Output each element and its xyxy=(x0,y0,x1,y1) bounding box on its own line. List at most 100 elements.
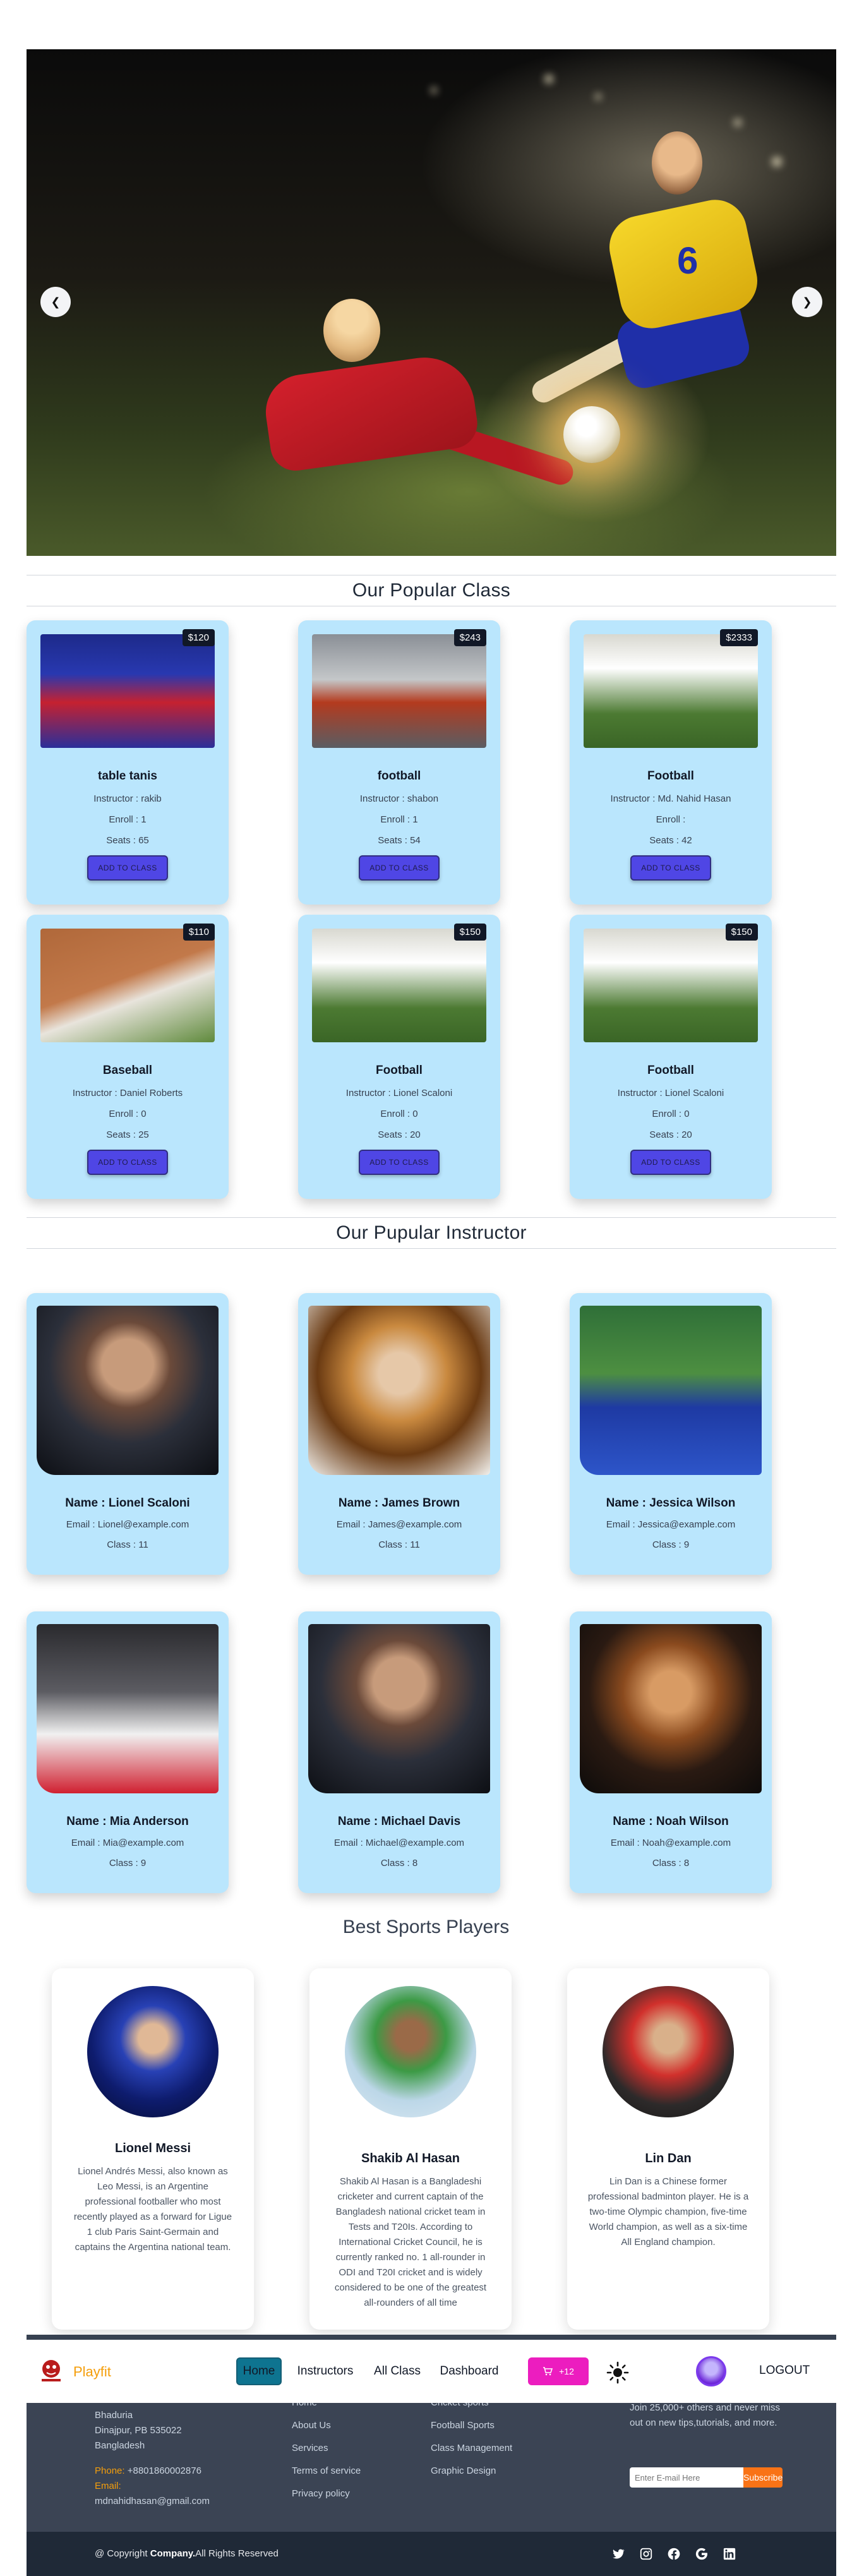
hero-carousel: 6 ❮ ❯ xyxy=(27,49,836,556)
subscribe-button[interactable]: Subscribe xyxy=(743,2467,783,2488)
class-card: $110 Baseball Instructor : Daniel Robert… xyxy=(27,915,229,1199)
add-to-class-button[interactable]: ADD TO CLASS xyxy=(87,1150,168,1175)
twitter-icon[interactable] xyxy=(610,2546,627,2562)
player-description: Shakib Al Hasan is a Bangladeshi cricket… xyxy=(334,2176,487,2308)
class-name: Football xyxy=(376,1064,423,1077)
instructor-photo xyxy=(308,1624,490,1793)
class-seats: Seats : 25 xyxy=(106,1129,149,1140)
sun-icon[interactable] xyxy=(606,2361,629,2384)
instructor-class-count: Class : 11 xyxy=(378,1539,420,1550)
class-instructor: Instructor : Md. Nahid Hasan xyxy=(610,793,731,804)
popular-class-header: Our Popular Class xyxy=(27,575,836,606)
instructor-class-count: Class : 9 xyxy=(652,1539,690,1550)
player-avatar xyxy=(345,1986,476,2117)
footer-address-line: Bangladesh xyxy=(95,2440,145,2451)
instructor-email: Email : Mia@example.com xyxy=(71,1838,184,1848)
footer-link[interactable]: Class Management xyxy=(431,2441,557,2456)
class-card: $120 table tanis Instructor : rakib Enro… xyxy=(27,620,229,905)
logout-button[interactable]: LOGOUT xyxy=(759,2364,810,2378)
footer-link[interactable]: Graphic Design xyxy=(431,2464,557,2479)
class-image xyxy=(312,634,486,748)
price-badge: $110 xyxy=(183,924,215,941)
hero-player-yellow-head xyxy=(652,131,702,195)
footer-phone: Phone: +8801860002876 xyxy=(95,2464,246,2479)
stadium-light xyxy=(595,93,601,100)
class-seats: Seats : 20 xyxy=(378,1129,421,1140)
footer-link[interactable]: About Us xyxy=(292,2418,405,2433)
player-name: Lin Dan xyxy=(645,2152,692,2165)
stadium-light xyxy=(544,75,553,83)
player-avatar xyxy=(87,1986,219,2117)
class-instructor: Instructor : shabon xyxy=(359,793,439,804)
class-card: $243 football Instructor : shabon Enroll… xyxy=(298,620,500,905)
player-avatar xyxy=(603,1986,734,2117)
player-card: Shakib Al Hasan Shakib Al Hasan is a Ban… xyxy=(309,1968,512,2330)
footer: Bhaduria Dinajpur, PB 535022 Bangladesh … xyxy=(27,2403,836,2532)
class-image xyxy=(584,634,758,748)
footer-email-value[interactable]: mdnahidhasan@gmail.com xyxy=(95,2494,246,2509)
copyright-suffix: All Rights Reserved xyxy=(195,2548,279,2559)
add-to-class-button[interactable]: ADD TO CLASS xyxy=(359,855,440,881)
price-badge: $120 xyxy=(182,629,215,646)
add-to-class-button[interactable]: ADD TO CLASS xyxy=(359,1150,440,1175)
copyright-bar: @ Copyright Company.All Rights Reserved xyxy=(27,2532,836,2576)
class-image xyxy=(312,929,486,1042)
footer-link[interactable]: Home xyxy=(292,2403,405,2410)
footer-links-2: Cricket sports Football Sports Class Man… xyxy=(431,2403,557,2486)
class-card: $2333 Football Instructor : Md. Nahid Ha… xyxy=(570,620,772,905)
nav-instructors[interactable]: Instructors xyxy=(291,2357,360,2385)
class-image xyxy=(40,929,215,1042)
carousel-prev-button[interactable]: ❮ xyxy=(40,287,71,317)
price-badge: $150 xyxy=(725,924,758,941)
class-name: table tanis xyxy=(98,769,157,783)
popular-instructor-header: Our Pupular Instructor xyxy=(27,1217,836,1249)
chevron-left-icon: ❮ xyxy=(51,295,61,308)
player-description: Lionel Andrés Messi, also known as Leo M… xyxy=(73,2166,232,2253)
instructor-card: Name : Michael Davis Email : Michael@exa… xyxy=(298,1611,500,1893)
player-name: Shakib Al Hasan xyxy=(361,2152,460,2165)
linkedin-icon[interactable] xyxy=(721,2546,738,2562)
class-enroll: Enroll : 0 xyxy=(652,1109,690,1119)
price-badge: $150 xyxy=(453,924,486,941)
class-enroll: Enroll : 1 xyxy=(109,814,147,825)
instructor-photo xyxy=(580,1306,762,1475)
instructor-name: Name : Noah Wilson xyxy=(613,1815,729,1828)
instructor-name: Name : Lionel Scaloni xyxy=(65,1496,190,1510)
class-instructor: Instructor : rakib xyxy=(93,793,162,804)
cart-button[interactable]: +12 xyxy=(528,2357,589,2385)
instructor-photo xyxy=(308,1306,490,1475)
instagram-icon[interactable] xyxy=(638,2546,654,2562)
footer-link[interactable]: Terms of service xyxy=(292,2464,405,2479)
class-seats: Seats : 54 xyxy=(378,835,421,846)
instructor-photo xyxy=(37,1306,219,1475)
class-name: Baseball xyxy=(102,1064,153,1077)
class-instructor: Instructor : Lionel Scaloni xyxy=(345,1088,453,1098)
avatar[interactable] xyxy=(696,2356,726,2386)
best-players-title: Best Sports Players xyxy=(342,1917,510,1937)
nav-all-class[interactable]: All Class xyxy=(369,2357,426,2385)
add-to-class-button[interactable]: ADD TO CLASS xyxy=(630,1150,711,1175)
brand-name[interactable]: Playfit xyxy=(73,2364,111,2380)
facebook-icon[interactable] xyxy=(666,2546,682,2562)
footer-link[interactable]: Football Sports xyxy=(431,2418,557,2433)
footer-phone-value: +8801860002876 xyxy=(127,2465,201,2476)
nav-home[interactable]: Home xyxy=(236,2357,282,2385)
newsletter-email-input[interactable] xyxy=(630,2467,743,2488)
footer-link[interactable]: Cricket sports xyxy=(431,2403,557,2410)
hero-jersey-number: 6 xyxy=(677,239,699,282)
logo-icon[interactable] xyxy=(34,2354,68,2388)
add-to-class-button[interactable]: ADD TO CLASS xyxy=(630,855,711,881)
cart-icon xyxy=(543,2367,553,2376)
carousel-next-button[interactable]: ❯ xyxy=(792,287,822,317)
copyright-company: Company. xyxy=(150,2548,196,2559)
footer-link[interactable]: Privacy policy xyxy=(292,2486,405,2501)
google-icon[interactable] xyxy=(693,2546,710,2562)
footer-email-label: Email: xyxy=(95,2481,121,2491)
price-badge: $243 xyxy=(453,629,486,646)
instructor-card: Name : Noah Wilson Email : Noah@example.… xyxy=(570,1611,772,1893)
footer-link[interactable]: Services xyxy=(292,2441,405,2456)
add-to-class-button[interactable]: ADD TO CLASS xyxy=(87,855,168,881)
class-instructor: Instructor : Daniel Roberts xyxy=(72,1088,183,1098)
class-card: $150 Football Instructor : Lionel Scalon… xyxy=(298,915,500,1199)
nav-dashboard[interactable]: Dashboard xyxy=(435,2357,504,2385)
